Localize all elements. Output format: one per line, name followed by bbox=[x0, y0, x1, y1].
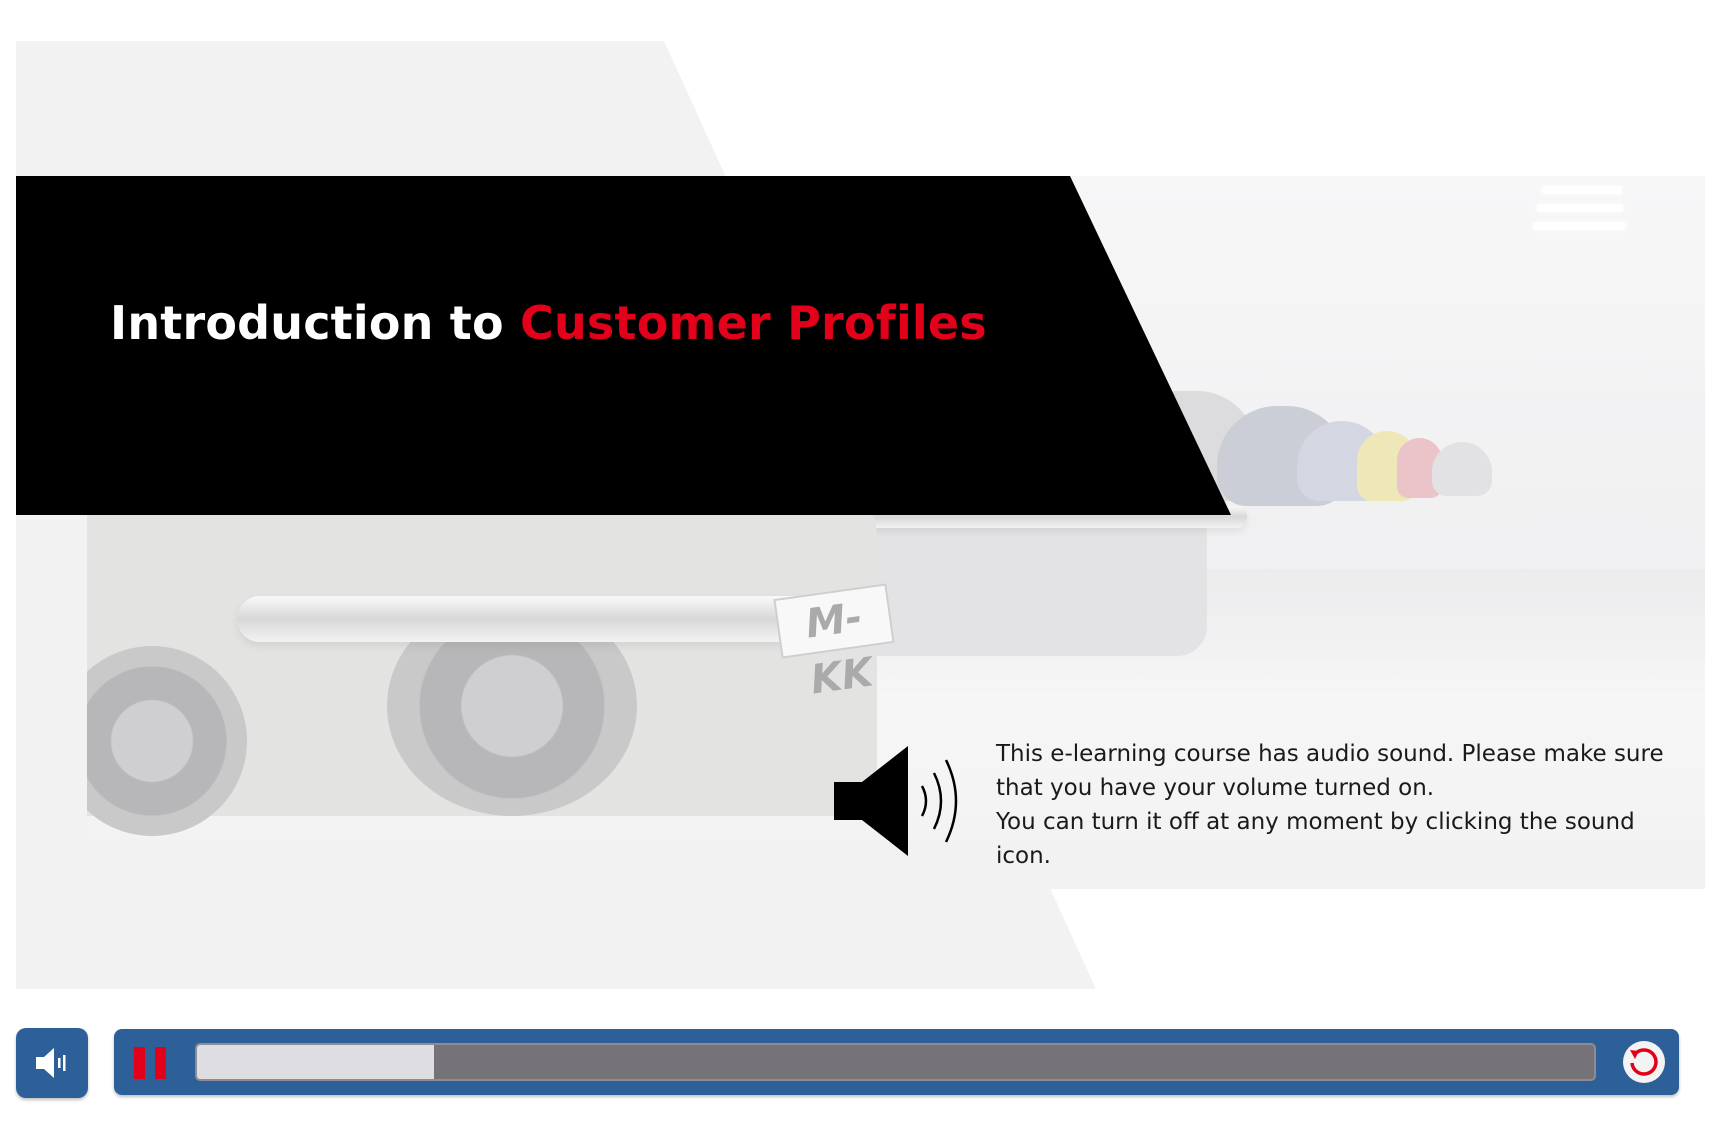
pause-button[interactable] bbox=[134, 1047, 168, 1079]
progress-fill bbox=[197, 1045, 435, 1079]
playback-bar bbox=[114, 1029, 1679, 1095]
title-highlight: Customer Profiles bbox=[520, 296, 987, 350]
replay-button[interactable] bbox=[1623, 1041, 1665, 1083]
replay-icon bbox=[1630, 1048, 1658, 1076]
slide-stage: M-KK Introduction to Customer Profiles T… bbox=[0, 0, 1719, 1147]
speaker-loud-icon bbox=[834, 746, 958, 856]
sound-toggle-button[interactable] bbox=[16, 1028, 88, 1098]
audio-notice: This e-learning course has audio sound. … bbox=[996, 737, 1676, 873]
volume-icon bbox=[36, 1048, 66, 1078]
audio-notice-line: This e-learning course has audio sound. … bbox=[996, 741, 1664, 801]
pause-icon bbox=[155, 1047, 166, 1079]
audio-notice-line: You can turn it off at any moment by cli… bbox=[996, 809, 1635, 869]
title-text: Introduction to bbox=[110, 296, 521, 350]
progress-track[interactable] bbox=[195, 1043, 1596, 1081]
slide-title: Introduction to Customer Profiles bbox=[110, 296, 987, 350]
pause-icon bbox=[134, 1047, 145, 1079]
